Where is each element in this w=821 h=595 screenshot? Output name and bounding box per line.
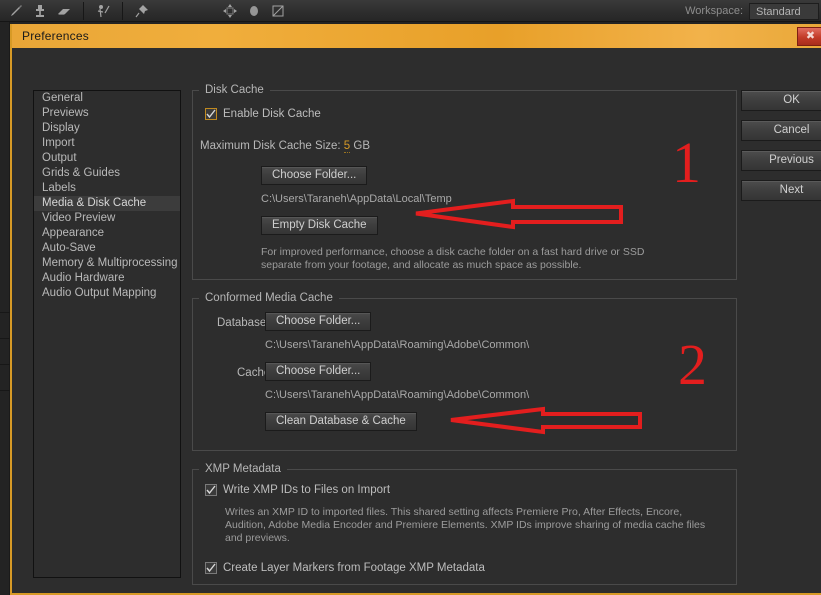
toolbar-separator [83,1,84,20]
preferences-content: Disk Cache Enable Disk Cache Maximum Dis… [192,84,737,594]
cache-path: C:\Users\Taraneh\AppData\Roaming\Adobe\C… [265,389,530,401]
ok-button[interactable]: OK [741,90,821,111]
disk-cache-description: For improved performance, choose a disk … [261,246,645,271]
annotation-number-two: 2 [678,332,707,397]
roto-brush-icon[interactable] [91,1,115,21]
enable-disk-cache-checkbox[interactable] [205,108,217,120]
database-label: Database: [217,317,270,329]
workspace-switcher: Workspace: Standard [685,0,821,22]
disk-cache-group: Disk Cache Enable Disk Cache Maximum Dis… [192,84,737,280]
database-choose-folder-button[interactable]: Choose Folder... [265,312,372,331]
dialog-titlebar[interactable]: Preferences ✖ [12,24,821,48]
write-xmp-ids-label: Write XMP IDs to Files on Import [223,484,391,496]
cancel-button[interactable]: Cancel [741,120,821,141]
sidebar-item-audio-hardware[interactable]: Audio Hardware [34,271,180,286]
ellipse-mask-icon[interactable] [242,1,266,21]
annotation-arrow-two [450,406,642,435]
brush-icon[interactable] [4,1,28,21]
sidebar-item-labels[interactable]: Labels [34,181,180,196]
sidebar-item-output[interactable]: Output [34,151,180,166]
database-path: C:\Users\Taraneh\AppData\Roaming\Adobe\C… [265,339,530,351]
eraser-icon[interactable] [52,1,76,21]
empty-disk-cache-button[interactable]: Empty Disk Cache [261,216,378,235]
workspace-label: Workspace: [685,5,743,17]
sidebar-item-general[interactable]: General [34,91,180,106]
disk-cache-legend: Disk Cache [205,84,264,96]
next-button[interactable]: Next [741,180,821,201]
max-disk-cache-size-label: Maximum Disk Cache Size: [200,140,341,152]
app-toolbar: Workspace: Standard [0,0,821,22]
sidebar-item-memory-multiprocessing[interactable]: Memory & Multiprocessing [34,256,180,271]
sidebar-item-video-preview[interactable]: Video Preview [34,211,180,226]
max-disk-cache-size-input[interactable]: 5 [343,140,351,153]
puppet-pin-icon[interactable] [130,1,154,21]
create-layer-markers-label: Create Layer Markers from Footage XMP Me… [223,562,485,574]
sidebar-item-import[interactable]: Import [34,136,180,151]
enable-disk-cache-label: Enable Disk Cache [223,108,321,120]
dialog-action-buttons: OK Cancel Previous Next [741,90,821,210]
max-disk-cache-size-unit: GB [353,140,371,152]
conformed-media-cache-legend: Conformed Media Cache [205,292,333,304]
dialog-title: Preferences [22,29,89,43]
xmp-metadata-group: XMP Metadata Write XMP IDs to Files on I… [192,463,737,585]
workspace-dropdown[interactable]: Standard [749,2,819,20]
create-layer-markers-checkbox[interactable] [205,562,217,574]
tool-group-paint [0,0,80,21]
close-icon[interactable]: ✖ [797,27,821,46]
preferences-dialog: Preferences ✖ General Previews Display Impo… [10,24,821,595]
cache-choose-folder-button[interactable]: Choose Folder... [265,362,372,381]
xmp-metadata-legend: XMP Metadata [205,463,281,475]
preferences-category-list[interactable]: General Previews Display Import Output Grids … [33,90,181,578]
clone-stamp-icon[interactable] [28,1,52,21]
max-disk-cache-size-row: Maximum Disk Cache Size: 5 GB [200,140,371,153]
clean-database-cache-button[interactable]: Clean Database & Cache [265,412,417,431]
write-xmp-ids-row[interactable]: Write XMP IDs to Files on Import [205,484,390,496]
sidebar-item-grids-guides[interactable]: Grids & Guides [34,166,180,181]
toolbar-separator [122,1,123,20]
sidebar-item-previews[interactable]: Previews [34,106,180,121]
sidebar-item-display[interactable]: Display [34,121,180,136]
disk-cache-choose-folder-button[interactable]: Choose Folder... [261,166,368,185]
move-anchor-icon[interactable] [218,1,242,21]
annotation-arrow-one [415,198,623,230]
write-xmp-ids-checkbox[interactable] [205,484,217,496]
enable-disk-cache-row[interactable]: Enable Disk Cache [205,108,321,120]
tool-group-roto [87,0,119,21]
mask-feather-icon[interactable] [266,1,290,21]
tool-group-transform [214,0,294,21]
screen: Workspace: Standard Preferences ✖ Genera… [0,0,821,595]
app-left-panel-strip [0,22,10,595]
sidebar-item-appearance[interactable]: Appearance [34,226,180,241]
create-layer-markers-row[interactable]: Create Layer Markers from Footage XMP Me… [205,562,485,574]
sidebar-item-media-disk-cache[interactable]: Media & Disk Cache [34,196,180,211]
write-xmp-ids-description: Writes an XMP ID to imported files. This… [225,506,706,544]
tool-group-pin [126,0,158,21]
sidebar-item-auto-save[interactable]: Auto-Save [34,241,180,256]
previous-button[interactable]: Previous [741,150,821,171]
annotation-number-one: 1 [672,130,701,195]
sidebar-item-audio-output-mapping[interactable]: Audio Output Mapping [34,286,180,301]
